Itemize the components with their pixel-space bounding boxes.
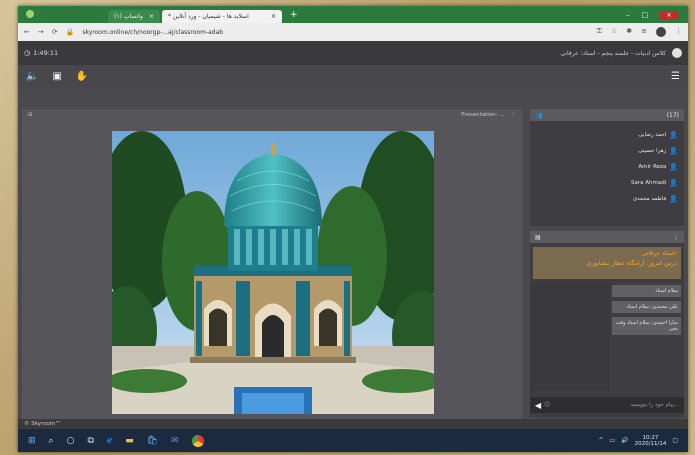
key-icon[interactable]: ⚿ bbox=[597, 27, 602, 37]
list-item[interactable]: احمد رضایی 👤 bbox=[536, 127, 678, 143]
user-icon: 👤 bbox=[669, 147, 678, 155]
back-icon[interactable]: ← bbox=[24, 28, 30, 36]
maximize-icon[interactable]: □ bbox=[642, 11, 649, 19]
more-icon[interactable]: ⋮ bbox=[675, 27, 682, 37]
clock-date: 2020/11/14 bbox=[634, 440, 667, 447]
chat-input[interactable]: پیام خود را بنویسید... bbox=[630, 402, 679, 408]
user-account-icon[interactable] bbox=[672, 48, 682, 58]
participant-name: زهرا حسینی bbox=[638, 148, 667, 154]
tab-label: * اسلاید ها - شیمیان - ورد آنلاین bbox=[168, 13, 249, 20]
chat-sidebar bbox=[530, 283, 610, 391]
list-item[interactable]: Amir Reza 👤 bbox=[536, 159, 678, 175]
extensions-icon[interactable]: ✱ bbox=[626, 27, 632, 37]
volume-icon[interactable]: 🔊 bbox=[621, 437, 628, 444]
mail-icon[interactable]: ✉ bbox=[171, 436, 179, 446]
participants-panel: 👥 (17) احمد رضایی 👤 زهرا حسینی 👤 Amir Reza… bbox=[530, 109, 684, 226]
slide-image bbox=[112, 131, 434, 414]
chevron-up-icon[interactable]: ^ bbox=[598, 437, 603, 444]
address-bar: ← → ⟳ 🔒 skyroom.online/ch/noorgp-...aj/c… bbox=[18, 23, 688, 41]
browser-logo-icon bbox=[26, 10, 34, 18]
chat-area: سلام استاد علی محمدی: سلام استاد سارا اح… bbox=[530, 283, 684, 391]
presentation-header: ⊟ Presentation: ... ⋮ bbox=[22, 109, 522, 121]
pinned-author: استاد عرفانی: bbox=[641, 250, 677, 257]
url-field[interactable]: skyroom.online/ch/noorgp-...aj/classroom… bbox=[82, 29, 223, 36]
participant-name: فاطمه محمدی bbox=[632, 196, 667, 202]
chat-messages: سلام استاد علی محمدی: سلام استاد سارا اح… bbox=[610, 283, 684, 391]
chat-header: ▤ ⋮ bbox=[530, 231, 684, 243]
forward-icon[interactable]: → bbox=[38, 28, 44, 36]
chat-message: سارا احمدی: سلام استاد وقت بخیر bbox=[612, 317, 681, 335]
user-icon: 👤 bbox=[669, 163, 678, 171]
window-close-icon[interactable]: × bbox=[660, 11, 678, 19]
store-icon[interactable]: 🛍 bbox=[147, 436, 158, 446]
browser-tab-active[interactable]: * اسلاید ها - شیمیان - ورد آنلاین × bbox=[162, 10, 282, 23]
browser-actions: ⚿ ☆ ✱ ≡ ⋮ bbox=[597, 27, 682, 37]
session-timer: 1:49:11 bbox=[33, 49, 59, 57]
participant-name: احمد رضایی bbox=[638, 132, 667, 138]
chat-panel: ▤ ⋮ استاد عرفانی: درس امروز: آرامگاه عطا… bbox=[530, 231, 684, 417]
participants-header: 👥 (17) bbox=[530, 109, 684, 121]
pinned-message: استاد عرفانی: درس امروز: آرامگاه عطار نی… bbox=[533, 247, 681, 279]
browser-tab-whatsapp[interactable]: (۱) واتساپ × bbox=[108, 10, 160, 23]
lock-icon: 🔒 bbox=[65, 28, 75, 36]
os-taskbar: ⊞ ⌕ ○ ⧉ ℯ ▬ 🛍 ✉ ^ ▭ 🔊 10:27 2020/11/14 ▢ bbox=[18, 429, 688, 452]
hamburger-menu-icon[interactable]: ☰ bbox=[671, 72, 680, 82]
reload-icon[interactable]: ⟳ bbox=[52, 28, 58, 36]
star-icon[interactable]: ☆ bbox=[611, 27, 617, 37]
notifications-icon[interactable]: ▢ bbox=[672, 437, 678, 444]
network-icon[interactable]: ▭ bbox=[609, 437, 615, 444]
chrome-icon[interactable] bbox=[191, 434, 204, 447]
system-tray: ^ ▭ 🔊 10:27 2020/11/14 ▢ bbox=[598, 435, 678, 447]
list-item[interactable]: Sara Ahmadi 👤 bbox=[536, 175, 678, 191]
classroom-toolbar: 🔈 ▣ ✋ ☰ bbox=[18, 65, 688, 89]
file-explorer-icon[interactable]: ▬ bbox=[125, 436, 134, 446]
reading-list-icon[interactable]: ≡ bbox=[641, 27, 647, 37]
tab-label: (۱) واتساپ bbox=[114, 13, 143, 20]
speaker-icon[interactable]: 🔈 bbox=[26, 72, 38, 82]
browser-tab-bar: (۱) واتساپ × * اسلاید ها - شیمیان - ورد … bbox=[18, 6, 688, 23]
participant-name: Sara Ahmadi bbox=[631, 180, 667, 186]
screen-icon[interactable]: ▣ bbox=[52, 72, 61, 82]
participant-count: (17) bbox=[666, 111, 679, 119]
participant-list: احمد رضایی 👤 زهرا حسینی 👤 Amir Reza 👤 Sara … bbox=[530, 121, 684, 207]
chat-icon: ▤ bbox=[535, 233, 541, 241]
clock-icon: ◷ bbox=[24, 49, 31, 57]
app-header: ◷ 1:49:11 کلاس ادبیات - جلسه پنجم - استا… bbox=[18, 41, 688, 65]
pinned-text: درس امروز: آرامگاه عطار نیشابوری bbox=[586, 260, 677, 267]
window-controls: – □ × bbox=[626, 11, 678, 19]
monitor-screen: (۱) واتساپ × * اسلاید ها - شیمیان - ورد … bbox=[18, 6, 688, 452]
system-clock[interactable]: 10:27 2020/11/14 bbox=[635, 435, 667, 447]
search-icon[interactable]: ⌕ bbox=[49, 436, 54, 446]
panel-toggle-icon[interactable]: ⊟ bbox=[28, 112, 33, 118]
more-icon[interactable]: ⋮ bbox=[511, 112, 517, 118]
new-tab-button[interactable]: + bbox=[290, 10, 298, 20]
list-item[interactable]: فاطمه محمدی 👤 bbox=[536, 191, 678, 207]
task-view-icon[interactable]: ⧉ bbox=[87, 436, 93, 446]
app-footer: © Skyroom™ bbox=[18, 419, 688, 429]
mausoleum-photo bbox=[112, 131, 434, 414]
edge-icon[interactable]: ℯ bbox=[107, 436, 112, 446]
cortana-icon[interactable]: ○ bbox=[67, 436, 75, 446]
user-icon: 👤 bbox=[669, 179, 678, 187]
raise-hand-icon[interactable]: ✋ bbox=[76, 72, 88, 82]
close-icon[interactable]: × bbox=[149, 13, 154, 20]
users-icon: 👥 bbox=[535, 111, 543, 119]
emoji-icon[interactable]: ☺ bbox=[544, 402, 550, 408]
list-item[interactable]: زهرا حسینی 👤 bbox=[536, 143, 678, 159]
user-icon: 👤 bbox=[669, 195, 678, 203]
chat-input-bar[interactable]: ◀ ☺ پیام خود را بنویسید... bbox=[530, 397, 684, 413]
chat-message: سلام استاد bbox=[612, 285, 681, 297]
chat-message: علی محمدی: سلام استاد bbox=[612, 301, 681, 313]
profile-avatar[interactable] bbox=[656, 27, 666, 37]
presentation-panel: ⊟ Presentation: ... ⋮ bbox=[22, 109, 522, 419]
user-icon: 👤 bbox=[669, 131, 678, 139]
participant-name: Amir Reza bbox=[638, 164, 667, 170]
more-icon[interactable]: ⋮ bbox=[673, 234, 679, 241]
close-icon[interactable]: × bbox=[271, 13, 276, 20]
minimize-icon[interactable]: – bbox=[626, 11, 630, 19]
windows-start-icon[interactable]: ⊞ bbox=[28, 436, 36, 446]
presentation-label: Presentation: ... bbox=[461, 112, 505, 118]
send-icon[interactable]: ◀ bbox=[535, 401, 541, 410]
room-title: کلاس ادبیات - جلسه پنجم - استاد: عرفانی bbox=[560, 49, 666, 57]
